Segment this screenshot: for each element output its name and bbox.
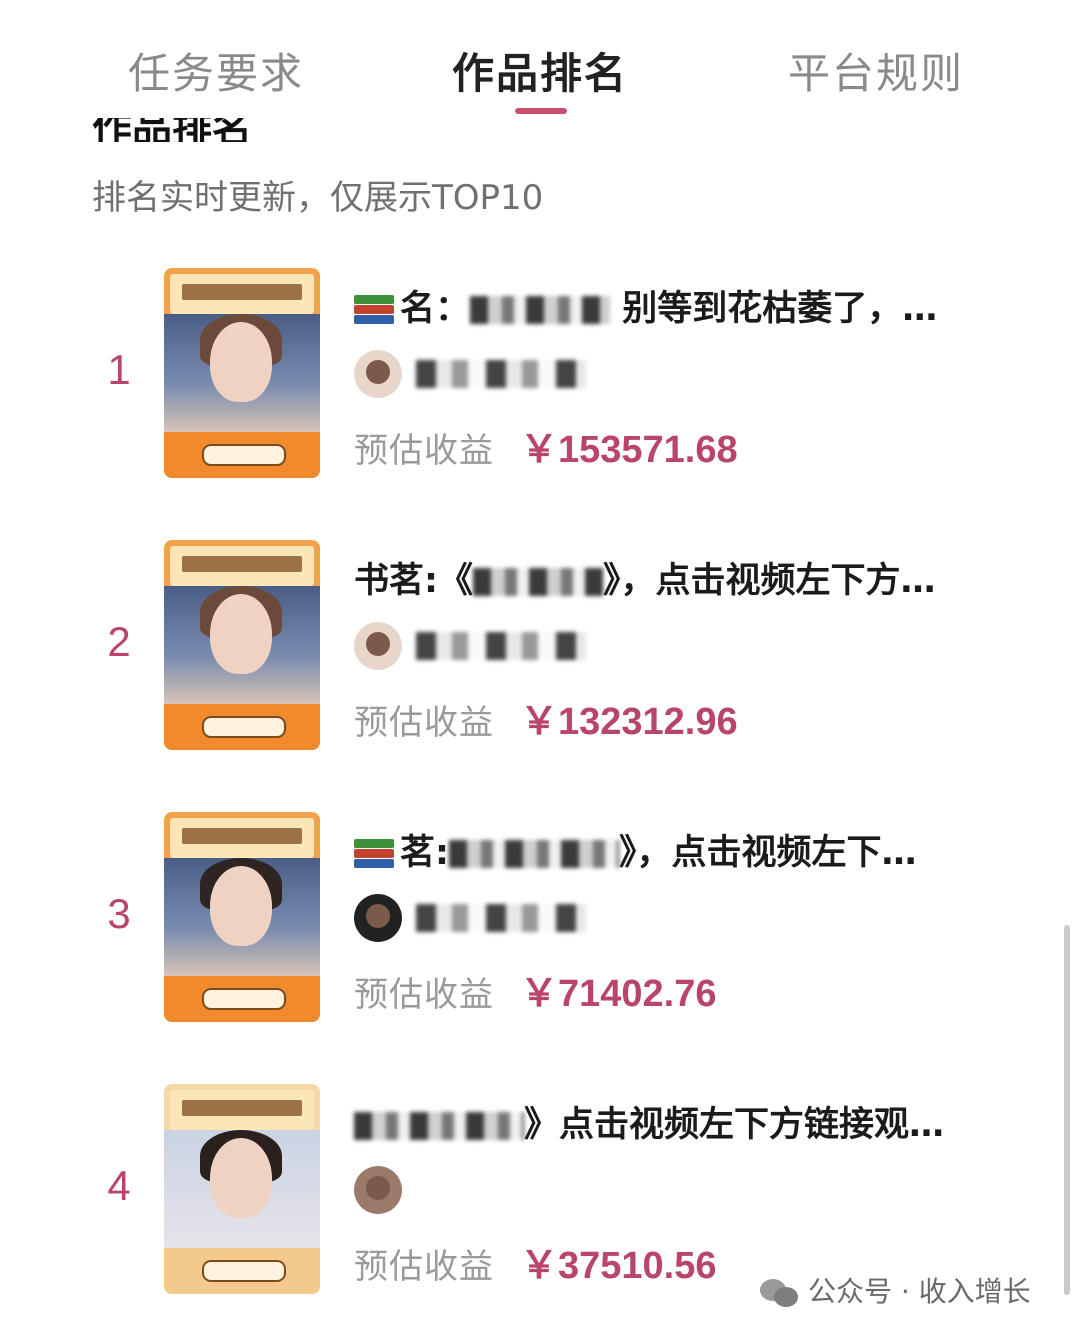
rank-number: 3 (107, 890, 131, 937)
scrollbar[interactable] (1064, 925, 1070, 1295)
work-title[interactable]: 名： 别等到花枯萎了，… (354, 280, 994, 331)
blurred-text (473, 568, 603, 596)
avatar (354, 350, 402, 398)
active-tab-indicator (515, 108, 567, 114)
avatar (354, 622, 402, 670)
avatar (354, 1166, 402, 1214)
rank-number: 4 (107, 1162, 131, 1209)
work-thumbnail[interactable] (164, 268, 320, 478)
work-title[interactable]: 书茗:《 》，点击视频左下方… (354, 552, 994, 603)
blurred-text (470, 296, 611, 324)
blurred-text (354, 1112, 524, 1140)
ranking-row[interactable]: 3 茗: 》，点击视频左下… 预估收益 ￥71402.76 (0, 812, 1080, 1042)
blurred-username (416, 632, 586, 660)
books-icon (354, 839, 394, 869)
rank-number: 2 (107, 618, 131, 665)
blurred-username (416, 904, 586, 932)
avatar (354, 894, 402, 942)
work-title[interactable]: 茗: 》，点击视频左下… (354, 824, 994, 875)
tab-bar: 任务要求 作品排名 平台规则 (0, 0, 1080, 125)
blurred-username (416, 360, 586, 388)
ranking-row[interactable]: 1 名： 别等到花枯萎了，… 预估收益 ￥153571.68 (0, 268, 1080, 498)
watermark: 公众号 · 收入增长 (760, 1270, 1031, 1310)
work-thumbnail[interactable] (164, 1084, 320, 1294)
work-title[interactable]: 》点击视频左下方链接观… (354, 1096, 994, 1147)
wechat-icon (760, 1277, 800, 1309)
rank-number: 1 (107, 346, 131, 393)
estimated-earnings: 预估收益 ￥153571.68 (354, 429, 738, 471)
tab-task-requirements[interactable]: 任务要求 (128, 40, 304, 101)
section-title: 作品排名 (92, 118, 252, 142)
estimated-earnings: 预估收益 ￥37510.56 (354, 1245, 717, 1287)
work-thumbnail[interactable] (164, 812, 320, 1022)
section-subtitle: 排名实时更新，仅展示TOP10 (92, 178, 544, 218)
estimated-earnings: 预估收益 ￥132312.96 (354, 701, 738, 743)
estimated-earnings: 预估收益 ￥71402.76 (354, 973, 717, 1015)
books-icon (354, 295, 394, 325)
blurred-text (449, 840, 619, 868)
tab-platform-rules[interactable]: 平台规则 (788, 40, 964, 101)
tab-work-ranking[interactable]: 作品排名 (452, 40, 628, 101)
work-thumbnail[interactable] (164, 540, 320, 750)
ranking-row[interactable]: 2 书茗:《 》，点击视频左下方… 预估收益 ￥132312.96 (0, 540, 1080, 770)
